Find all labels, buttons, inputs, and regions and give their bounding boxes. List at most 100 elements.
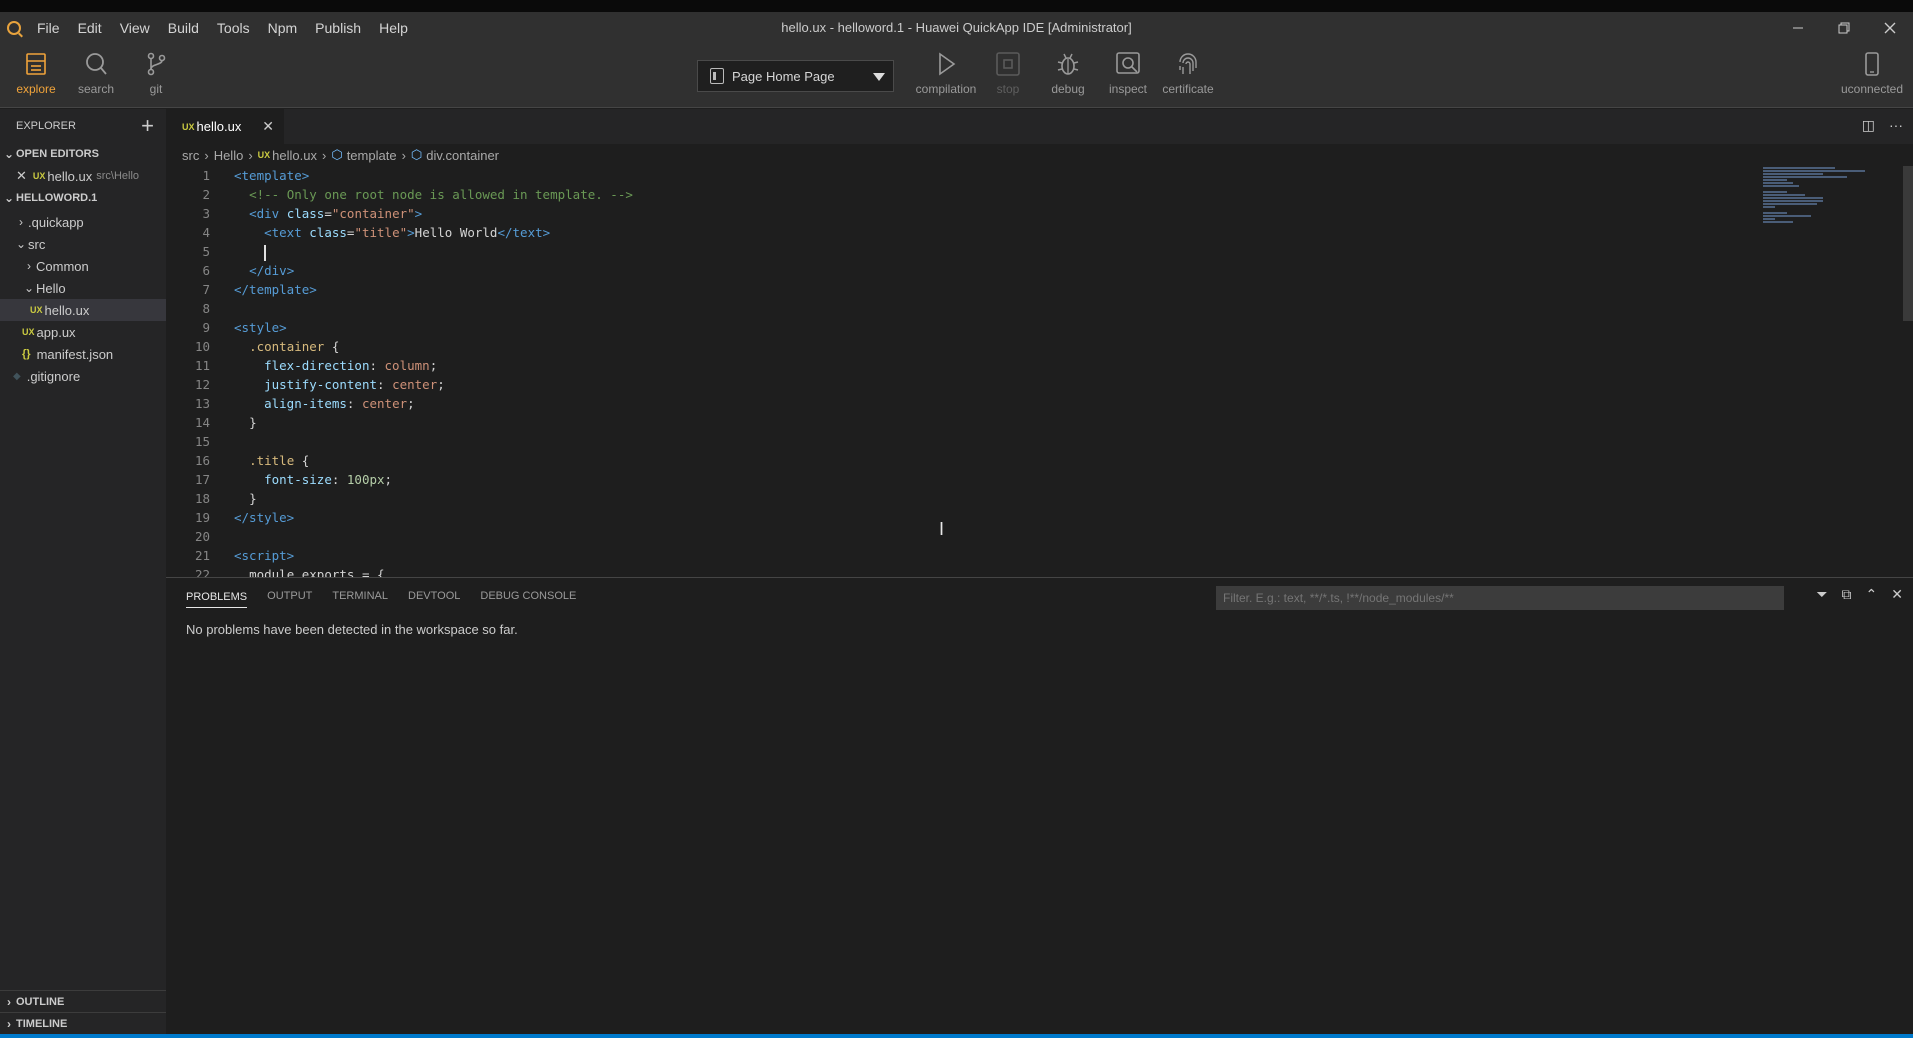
tab-terminal[interactable]: TERMINAL	[332, 590, 388, 602]
tree-item-hello[interactable]: ⌄ Hello	[0, 277, 166, 299]
line-number: 17	[194, 472, 210, 487]
minimize-button[interactable]	[1775, 12, 1821, 44]
device-label: uconnected	[1840, 82, 1904, 96]
menu-tools[interactable]: Tools	[208, 12, 259, 44]
tree-item-label: app.ux	[36, 324, 76, 340]
problems-filter-input[interactable]	[1216, 586, 1784, 610]
inspect-button[interactable]: inspect	[1098, 50, 1158, 96]
minimap[interactable]	[1763, 166, 1883, 246]
breadcrumb-item[interactable]: hello.ux	[272, 148, 317, 163]
code-token: <style>	[234, 320, 287, 335]
menu-edit[interactable]: Edit	[69, 12, 111, 44]
code-line: justify-content: center;	[264, 377, 445, 392]
code-token: {	[294, 453, 310, 468]
ux-file-icon: UX	[257, 150, 271, 160]
stop-button[interactable]: stop	[978, 50, 1038, 96]
open-editor-name: hello.ux	[47, 168, 93, 184]
breadcrumb-item[interactable]: Hello	[214, 148, 244, 163]
menu-view[interactable]: View	[111, 12, 159, 44]
code-token: 100px	[346, 472, 385, 487]
line-number: 2	[202, 187, 210, 202]
filter-icon[interactable]: ⏷	[1816, 586, 1827, 603]
debug-button[interactable]: debug	[1038, 50, 1098, 96]
code-line: <template>	[234, 166, 633, 185]
code-token: }	[249, 415, 257, 430]
tree-item-common[interactable]: › Common	[0, 255, 166, 277]
search-label: search	[77, 82, 115, 96]
project-section[interactable]: ⌄ HELLOWORD.1	[0, 187, 166, 209]
editor-scrollbar[interactable]	[1903, 166, 1913, 321]
panel-actions: ⏷ ⧉ ⌃ ✕	[1816, 586, 1903, 603]
menu-publish[interactable]: Publish	[306, 12, 370, 44]
search-button[interactable]: search	[66, 50, 126, 96]
chevron-right-icon: ›	[19, 215, 23, 229]
code-token: center	[392, 377, 438, 392]
compilation-button[interactable]: compilation	[916, 50, 976, 96]
code-token: {	[324, 339, 340, 354]
open-editor-item[interactable]: ✕ UX hello.ux src\Hello	[0, 165, 166, 187]
tree-item-label: .gitignore	[26, 368, 81, 384]
bottom-panel: PROBLEMS OUTPUT TERMINAL DEVTOOL DEBUG C…	[166, 577, 1913, 1034]
add-icon[interactable]: +	[141, 115, 154, 137]
tab-debug-console[interactable]: DEBUG CONSOLE	[480, 590, 576, 602]
tab-hello-ux[interactable]: UX hello.ux ✕	[166, 109, 284, 144]
code-token: }	[249, 491, 257, 506]
maximize-panel-icon[interactable]: ⌃	[1866, 586, 1878, 603]
timeline-section[interactable]: › TIMELINE	[0, 1012, 166, 1034]
tree-item-quickapp[interactable]: › .quickapp	[0, 211, 166, 233]
code-line: }	[234, 413, 633, 432]
tree-item-gitignore[interactable]: ◆ .gitignore	[0, 365, 166, 387]
code-editor[interactable]: 1 2 3 4 5 6 7 8 9 10 11 12 13 14 15 16 1…	[166, 166, 1913, 577]
tab-problems[interactable]: PROBLEMS	[186, 591, 248, 608]
collapse-all-icon[interactable]: ⧉	[1842, 586, 1852, 603]
code-line: </template>	[234, 280, 633, 299]
code-line: <script>	[234, 546, 633, 565]
git-button[interactable]: git	[126, 50, 186, 96]
split-editor-icon[interactable]: ◫	[1862, 117, 1875, 134]
tree-item-label: .quickapp	[28, 214, 84, 230]
text-cursor	[264, 244, 267, 261]
chevron-down-icon: ⌄	[23, 281, 35, 295]
code-token: >	[414, 206, 423, 221]
tree-item-hello-ux[interactable]: UX hello.ux	[0, 299, 166, 321]
page-select[interactable]: Page Home Page	[697, 60, 894, 92]
explore-button[interactable]: explore	[6, 50, 66, 96]
breadcrumb-item[interactable]: template	[347, 148, 397, 163]
code-token: <script>	[234, 548, 295, 563]
more-actions-icon[interactable]: ···	[1889, 117, 1903, 134]
tree-item-app-ux[interactable]: UX app.ux	[0, 321, 166, 343]
open-editors-section[interactable]: ⌄ OPEN EDITORS	[0, 143, 166, 165]
line-number: 18	[194, 491, 210, 506]
close-tab-icon[interactable]: ✕	[262, 118, 274, 135]
menu-help[interactable]: Help	[370, 12, 417, 44]
menu-file[interactable]: File	[28, 12, 69, 44]
editor-tab-bar: UX hello.ux ✕ ◫ ···	[166, 109, 1913, 144]
tree-item-src[interactable]: ⌄ src	[0, 233, 166, 255]
code-line: module.exports = {	[234, 565, 633, 577]
toolbar: explore search git Page Home Page compil…	[0, 44, 1913, 108]
tree-item-label: src	[28, 236, 46, 252]
line-number: 11	[194, 358, 210, 373]
close-window-button[interactable]	[1867, 12, 1913, 44]
menu-build[interactable]: Build	[159, 12, 208, 44]
tab-output[interactable]: OUTPUT	[267, 590, 312, 602]
close-icon[interactable]: ✕	[16, 168, 27, 184]
tab-devtool[interactable]: DEVTOOL	[408, 590, 460, 602]
breadcrumb-item[interactable]: src	[182, 148, 199, 163]
device-button[interactable]: uconnected	[1840, 50, 1904, 96]
close-panel-icon[interactable]: ✕	[1891, 586, 1903, 603]
outline-section[interactable]: › OUTLINE	[0, 990, 166, 1012]
code-line: font-size: 100px;	[264, 472, 393, 487]
breadcrumb-item[interactable]: div.container	[426, 148, 499, 163]
menu-npm[interactable]: Npm	[259, 12, 307, 44]
code-line: flex-direction: column;	[264, 358, 438, 373]
line-number: 20	[194, 529, 210, 544]
tree-item-manifest[interactable]: {} manifest.json	[0, 343, 166, 365]
certificate-button[interactable]: certificate	[1158, 50, 1218, 96]
restore-button[interactable]	[1821, 12, 1867, 44]
code-token: align-items	[264, 396, 347, 411]
code-token: "title"	[354, 225, 408, 240]
code-token: class	[309, 225, 347, 240]
play-icon	[939, 52, 956, 76]
symbol-icon: ⬡	[410, 147, 423, 162]
